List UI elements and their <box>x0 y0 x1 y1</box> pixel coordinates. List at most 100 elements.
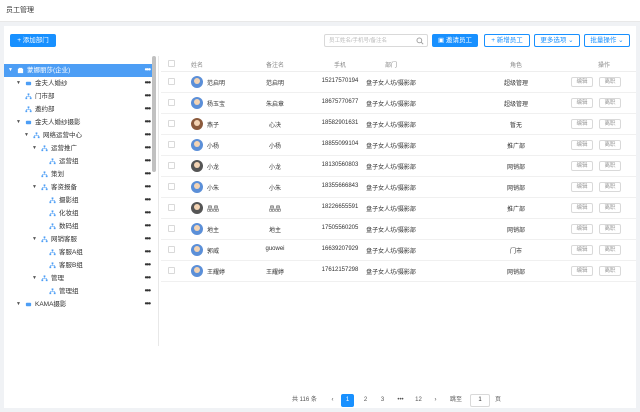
edit-button[interactable]: 编辑 <box>571 224 593 234</box>
more-icon[interactable]: ••• <box>145 63 151 76</box>
more-icon[interactable]: ••• <box>145 284 151 297</box>
more-icon[interactable]: ••• <box>145 193 151 206</box>
next-page-button[interactable]: › <box>429 394 442 407</box>
more-icon[interactable]: ••• <box>145 206 151 219</box>
caret-down-icon[interactable]: ▼ <box>8 64 13 77</box>
tree-node[interactable]: 摄影组 ••• <box>4 194 154 207</box>
resign-button[interactable]: 离职 <box>599 140 621 150</box>
caret-down-icon[interactable]: ▼ <box>32 181 37 194</box>
row-checkbox[interactable] <box>168 183 175 190</box>
page-button[interactable]: 3 <box>376 394 389 407</box>
tree-node[interactable]: 化妆组 ••• <box>4 207 154 220</box>
edit-button[interactable]: 编辑 <box>571 203 593 213</box>
caret-down-icon[interactable]: ▼ <box>24 129 29 142</box>
resign-button[interactable]: 离职 <box>599 161 621 171</box>
tree-node[interactable]: 客服A组 ••• <box>4 246 154 259</box>
resign-button[interactable]: 离职 <box>599 224 621 234</box>
search-box[interactable] <box>324 34 428 47</box>
tree-node[interactable]: 客服B组 ••• <box>4 259 154 272</box>
caret-down-icon[interactable]: ▼ <box>16 298 21 311</box>
invite-label: 邀请员工 <box>445 37 472 44</box>
batch-actions-button[interactable]: 批量操作 ⌄ <box>584 34 630 47</box>
resign-button[interactable]: 离职 <box>599 245 621 255</box>
caret-down-icon[interactable]: ▼ <box>32 142 37 155</box>
row-checkbox[interactable] <box>168 120 175 127</box>
tree-node[interactable]: ▼ 网络运营中心 ••• <box>4 129 154 142</box>
edit-button[interactable]: 编辑 <box>571 119 593 129</box>
more-icon[interactable]: ••• <box>145 219 151 232</box>
tree-node[interactable]: 策划 ••• <box>4 168 154 181</box>
tree-scrollbar[interactable] <box>152 56 156 172</box>
tree-node[interactable]: ▼ 网销客服 ••• <box>4 233 154 246</box>
page-button[interactable]: 2 <box>359 394 372 407</box>
edit-button[interactable]: 编辑 <box>571 161 593 171</box>
more-icon[interactable]: ••• <box>145 76 151 89</box>
tree-node[interactable]: ▼ 金夫人婚纱 ••• <box>4 77 154 90</box>
new-employee-button[interactable]: + 新增员工 <box>484 34 530 47</box>
page-button[interactable]: 12 <box>412 394 425 407</box>
row-checkbox[interactable] <box>168 204 175 211</box>
cell-dept: 盘子女人坊/摄影部 <box>366 207 416 213</box>
more-icon[interactable]: ••• <box>145 297 151 310</box>
more-icon[interactable]: ••• <box>145 89 151 102</box>
tree-node[interactable]: 管理组 ••• <box>4 285 154 298</box>
tree-node[interactable]: ▼ 运营推广 ••• <box>4 142 154 155</box>
more-icon[interactable]: ••• <box>145 271 151 284</box>
resign-button[interactable]: 离职 <box>599 203 621 213</box>
tree-node[interactable]: 数码组 ••• <box>4 220 154 233</box>
more-options-button[interactable]: 更多选项 ⌄ <box>534 34 580 47</box>
tree-node[interactable]: ▼ 管理 ••• <box>4 272 154 285</box>
more-icon[interactable]: ••• <box>145 115 151 128</box>
caret-down-icon[interactable]: ▼ <box>32 233 37 246</box>
edit-button[interactable]: 编辑 <box>571 77 593 87</box>
resign-button[interactable]: 离职 <box>599 98 621 108</box>
edit-button[interactable]: 编辑 <box>571 98 593 108</box>
table-row: 杨玉宝 朱启章 18675770677 盘子女人坊/摄影部 超级管理 编辑 离职 <box>161 93 636 114</box>
tree-node[interactable]: 门市部 ••• <box>4 90 154 103</box>
row-checkbox[interactable] <box>168 246 175 253</box>
caret-down-icon[interactable]: ▼ <box>32 272 37 285</box>
row-checkbox[interactable] <box>168 162 175 169</box>
more-icon[interactable]: ••• <box>145 154 151 167</box>
tree-node[interactable]: 运营组 ••• <box>4 155 154 168</box>
more-icon[interactable]: ••• <box>145 180 151 193</box>
row-checkbox[interactable] <box>168 78 175 85</box>
more-pages-icon[interactable]: ••• <box>394 394 407 407</box>
more-icon[interactable]: ••• <box>145 258 151 271</box>
more-icon[interactable]: ••• <box>145 128 151 141</box>
resign-button[interactable]: 离职 <box>599 266 621 276</box>
edit-button[interactable]: 编辑 <box>571 266 593 276</box>
cell-dept: 盘子女人坊/摄影部 <box>366 165 416 171</box>
tree-node[interactable]: ▼ KAMA摄影 ••• <box>4 298 154 311</box>
page-button[interactable]: 1 <box>341 394 354 407</box>
tree-node[interactable]: ▼ 金夫人婚纱摄影 ••• <box>4 116 154 129</box>
row-checkbox[interactable] <box>168 267 175 274</box>
resign-button[interactable]: 离职 <box>599 182 621 192</box>
resign-button[interactable]: 离职 <box>599 77 621 87</box>
more-icon[interactable]: ••• <box>145 245 151 258</box>
caret-down-icon[interactable]: ▼ <box>16 116 21 129</box>
more-icon[interactable]: ••• <box>145 167 151 180</box>
search-input[interactable] <box>325 35 413 46</box>
more-icon[interactable]: ••• <box>145 141 151 154</box>
row-checkbox[interactable] <box>168 225 175 232</box>
search-icon[interactable] <box>416 37 424 45</box>
prev-page-button[interactable]: ‹ <box>326 394 339 407</box>
more-icon[interactable]: ••• <box>145 102 151 115</box>
edit-button[interactable]: 编辑 <box>571 182 593 192</box>
tree-node[interactable]: 邀约部 ••• <box>4 103 154 116</box>
edit-button[interactable]: 编辑 <box>571 245 593 255</box>
invite-employee-button[interactable]: ▣ 邀请员工 <box>432 34 478 47</box>
resign-button[interactable]: 离职 <box>599 119 621 129</box>
select-all-checkbox[interactable] <box>168 60 175 67</box>
tree-node[interactable]: ▼ 客资报备 ••• <box>4 181 154 194</box>
tree-node-root[interactable]: ▼ 蒙娜丽莎(企业) ••• <box>4 64 154 77</box>
add-department-button[interactable]: + 添加部门 <box>10 34 56 47</box>
edit-button[interactable]: 编辑 <box>571 140 593 150</box>
caret-down-icon[interactable]: ▼ <box>16 77 21 90</box>
jump-page-input[interactable]: 1 <box>470 394 490 407</box>
invite-icon: ▣ <box>438 37 446 44</box>
more-icon[interactable]: ••• <box>145 232 151 245</box>
row-checkbox[interactable] <box>168 99 175 106</box>
row-checkbox[interactable] <box>168 141 175 148</box>
